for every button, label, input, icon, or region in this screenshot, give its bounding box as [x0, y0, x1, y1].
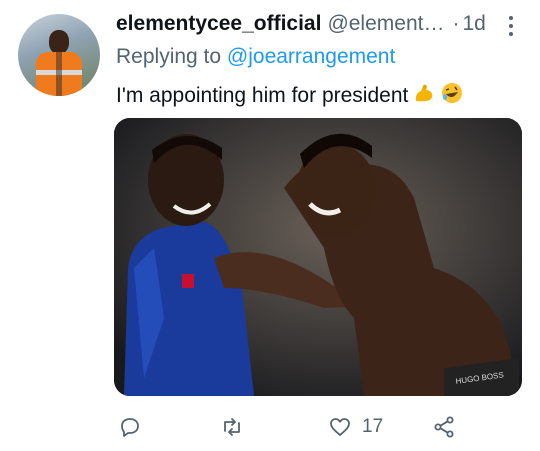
flexed-biceps-emoji [412, 81, 436, 111]
tweet-body: I'm appointing him for president [116, 84, 409, 107]
tweet-media-photo[interactable]: HUGO BOSS [114, 118, 522, 396]
separator-dot: · [452, 12, 460, 35]
retweet-icon [224, 418, 240, 436]
more-options-icon[interactable] [506, 14, 516, 36]
replying-to-mention[interactable]: @joearrangement [227, 45, 395, 68]
rolling-on-floor-laughing-emoji [440, 81, 464, 111]
photo-two-footballers-celebrating: HUGO BOSS [114, 118, 522, 396]
share-button[interactable] [432, 410, 456, 444]
display-name[interactable]: elementycee_official [116, 12, 321, 36]
tweet-header: elementycee_official @element… · 1d [116, 10, 486, 38]
like-button[interactable]: 17 [328, 410, 383, 444]
reply-icon [121, 418, 139, 437]
retweet-button[interactable] [220, 410, 244, 444]
user-handle[interactable]: @element… [327, 12, 444, 36]
avatar-head [49, 30, 69, 54]
avatar[interactable] [18, 14, 100, 96]
timestamp[interactable]: 1d [462, 12, 485, 36]
reply-button[interactable] [118, 410, 142, 444]
heart-icon [330, 418, 350, 436]
replying-to-prefix: Replying to [116, 45, 222, 68]
like-count: 17 [362, 416, 384, 437]
avatar-vest-strap [56, 52, 62, 96]
share-icon [434, 416, 454, 438]
replying-to-line: Replying to @joearrangement [116, 45, 395, 69]
tweet-actions-bar: 17 [116, 410, 516, 444]
tweet-text: I'm appointing him for president [116, 81, 464, 111]
